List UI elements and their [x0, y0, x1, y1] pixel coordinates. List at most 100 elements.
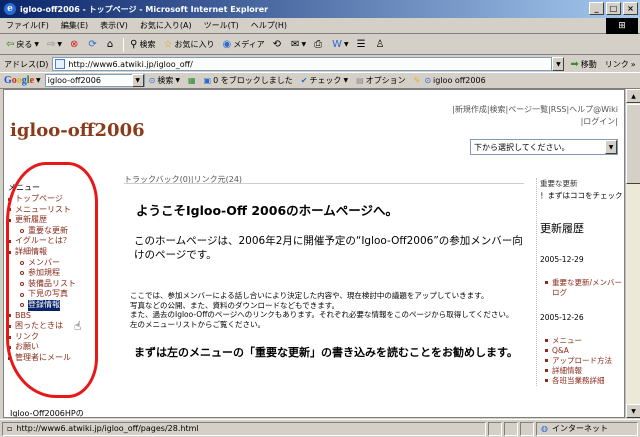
media-button[interactable]: ◉ メディア: [222, 39, 264, 50]
search-button[interactable]: ⚲ 検索: [130, 39, 155, 50]
update-date: 2005-12-26: [540, 313, 584, 322]
web-content: |新規作成|検索|ページ一覧|RSS|ヘルプ@Wiki |ログイン| igloo…: [3, 89, 625, 418]
menu-help[interactable]: ヘルプ(H): [251, 20, 287, 31]
right-column: 重要な更新 ！まずはココをチェック 更新履歴 2005-12-29 重要な更新/…: [536, 178, 624, 386]
status-url: http://www6.atwiki.jp/igloo_off/pages/28…: [16, 424, 199, 433]
hand-cursor-icon: ☝: [74, 319, 82, 333]
stop-button[interactable]: ⊗: [70, 39, 80, 50]
minimize-button[interactable]: _: [589, 2, 604, 15]
forward-button[interactable]: ⇨ ▼: [47, 39, 62, 50]
links-button[interactable]: リンク: [605, 59, 629, 70]
menu-edit[interactable]: 編集(E): [61, 20, 88, 31]
description-line: また、過去のIgloo-Offのページへのリンクもあります。それぞれ必要な情報を…: [130, 310, 514, 319]
site-title[interactable]: igloo-off2006: [10, 120, 145, 141]
address-input[interactable]: http://www6.atwiki.jp/igloo_off/: [52, 57, 553, 71]
welcome-heading: ようこそIgloo-Off 2006のホームページへ。: [136, 203, 399, 218]
vertical-scrollbar[interactable]: ▲ ▼: [625, 89, 640, 418]
google-search-input[interactable]: igloo-off2006 ▼: [44, 74, 145, 87]
google-search-button[interactable]: ⊙ 検索 ▼: [149, 75, 180, 86]
google-logo[interactable]: Google: [4, 75, 34, 86]
check-here-link[interactable]: ！まずはココをチェック: [540, 190, 624, 201]
update-item[interactable]: アップロード方法: [545, 356, 624, 366]
scroll-thumb[interactable]: [626, 104, 640, 184]
update-item-label: 重要な更新/メンバーログ: [552, 278, 623, 297]
google-menu-arrow-icon[interactable]: ▼: [36, 77, 41, 84]
toolbar-separator: [123, 37, 125, 52]
google-toolbar: Google ▼ igloo-off2006 ▼ ⊙ 検索 ▼ ▦ ▣ 0 をブロック…: [0, 72, 640, 89]
menu-favorites[interactable]: お気に入り(A): [140, 20, 192, 31]
back-button[interactable]: ⇦ 戻る ▼: [6, 39, 39, 50]
page-select-value: 下から選択してください。: [474, 142, 570, 152]
home-button[interactable]: ⌂: [107, 39, 115, 50]
messenger-button[interactable]: ♙: [376, 39, 387, 50]
options-label: オプション: [365, 76, 406, 85]
links-chevron-icon[interactable]: »: [631, 60, 636, 69]
bullet-icon: [545, 359, 548, 362]
back-label: 戻る: [16, 40, 33, 49]
wiki-top-links: |新規作成|検索|ページ一覧|RSS|ヘルプ@Wiki |ログイン|: [452, 104, 618, 128]
standard-toolbar: ⇦ 戻る ▼ ⇨ ▼ ⊗ ⟳ ⌂ ⚲ 検索 ☆ お気に入り ◉ メディア ⟲ ✉ ▼ ⎙ …: [0, 35, 640, 55]
update-list: メニュー Q&A アップロード方法 詳細情報 各班当業務詳細: [540, 336, 624, 386]
menu-tools[interactable]: ツール(T): [204, 20, 239, 31]
spellcheck-icon: ✔: [300, 76, 308, 85]
menu-view[interactable]: 表示(V): [100, 20, 128, 31]
forward-arrow-icon: ⇨: [47, 39, 56, 50]
mail-button[interactable]: ✉ ▼: [291, 39, 306, 50]
bullet-icon: [545, 349, 548, 352]
history-button[interactable]: ⟲: [273, 39, 283, 50]
menu-file[interactable]: ファイル(F): [6, 20, 49, 31]
wiki-nav-links[interactable]: |新規作成|検索|ページ一覧|RSS|ヘルプ@Wiki: [452, 104, 618, 116]
go-button[interactable]: ➡ 移動: [570, 59, 596, 70]
search-term-label: igloo off2006: [433, 76, 486, 85]
description-text: ここでは、参加メンバーによる話し合いにより決定した内容や、現在検討中の議題をアッ…: [130, 291, 528, 329]
pagerank-button[interactable]: ▦: [188, 76, 196, 85]
address-url: http://www6.atwiki.jp/igloo_off/: [68, 59, 193, 69]
update-item[interactable]: 重要な更新/メンバーログ: [545, 278, 624, 298]
description-line: 左のメニューリストからご覧ください。: [130, 319, 265, 329]
favorites-button[interactable]: ☆ お気に入り: [164, 39, 215, 50]
google-search-icon: ⊙: [148, 76, 156, 85]
scroll-down-button[interactable]: ▼: [626, 404, 640, 418]
go-arrow-icon: ➡: [570, 58, 579, 70]
update-item[interactable]: Q&A: [545, 346, 624, 356]
popup-blocker-icon: ▣: [203, 76, 212, 85]
page-icon: ▫: [7, 424, 13, 433]
intro-text: このホームページは、2006年2月に開催予定の“Igloo-Off2006”の参…: [134, 235, 523, 261]
update-item[interactable]: 各班当業務詳細: [545, 376, 624, 386]
page-icon: [55, 59, 66, 69]
maximize-button[interactable]: □: [606, 2, 621, 15]
update-item-label: Q&A: [552, 346, 569, 355]
update-item[interactable]: 詳細情報: [545, 366, 624, 376]
status-bar: ▫ http://www6.atwiki.jp/igloo_off/pages/…: [0, 419, 640, 437]
check-label: チェック: [309, 76, 342, 85]
refresh-button[interactable]: ⟳: [88, 39, 98, 50]
address-dropdown-button[interactable]: ▼: [552, 57, 565, 71]
scroll-up-button[interactable]: ▲: [626, 89, 640, 103]
update-item[interactable]: メニュー: [545, 336, 624, 346]
highlight-button[interactable]: ✎ ⊙ igloo off2006: [414, 76, 486, 85]
options-button[interactable]: ▤ オプション: [356, 75, 406, 86]
description-line: ここでは、参加メンバーによる話し合いにより決定した内容や、現在検討中の議題をアッ…: [130, 291, 489, 300]
stop-icon: ⊗: [70, 39, 79, 50]
login-link[interactable]: |ログイン|: [452, 116, 618, 128]
bullet-icon: [545, 281, 548, 284]
update-item-label: 各班当業務詳細: [552, 376, 605, 385]
spell-check-button[interactable]: ✔ チェック ▼: [301, 75, 348, 86]
favorites-label: お気に入り: [174, 40, 215, 49]
globe-icon: ◍: [541, 424, 548, 433]
popup-blocker[interactable]: ▣ 0 をブロックしました: [204, 75, 293, 86]
status-cell: [520, 421, 534, 436]
print-button[interactable]: ⎙: [314, 39, 324, 50]
page-select-arrow[interactable]: ▼: [605, 140, 617, 154]
close-button[interactable]: ×: [623, 2, 638, 15]
discuss-button[interactable]: ☰: [357, 39, 368, 50]
messenger-icon: ♙: [375, 39, 385, 50]
mail-icon: ✉: [291, 39, 300, 50]
edit-button[interactable]: W ▼: [332, 39, 349, 50]
update-item-label: メニュー: [552, 336, 582, 345]
back-arrow-icon: ⇦: [6, 39, 15, 50]
page-select[interactable]: 下から選択してください。 ▼: [470, 139, 618, 155]
status-cell: [488, 421, 502, 436]
address-bar: アドレス(D) http://www6.atwiki.jp/igloo_off/…: [0, 56, 640, 72]
google-query-dropdown[interactable]: ▼: [131, 74, 144, 87]
